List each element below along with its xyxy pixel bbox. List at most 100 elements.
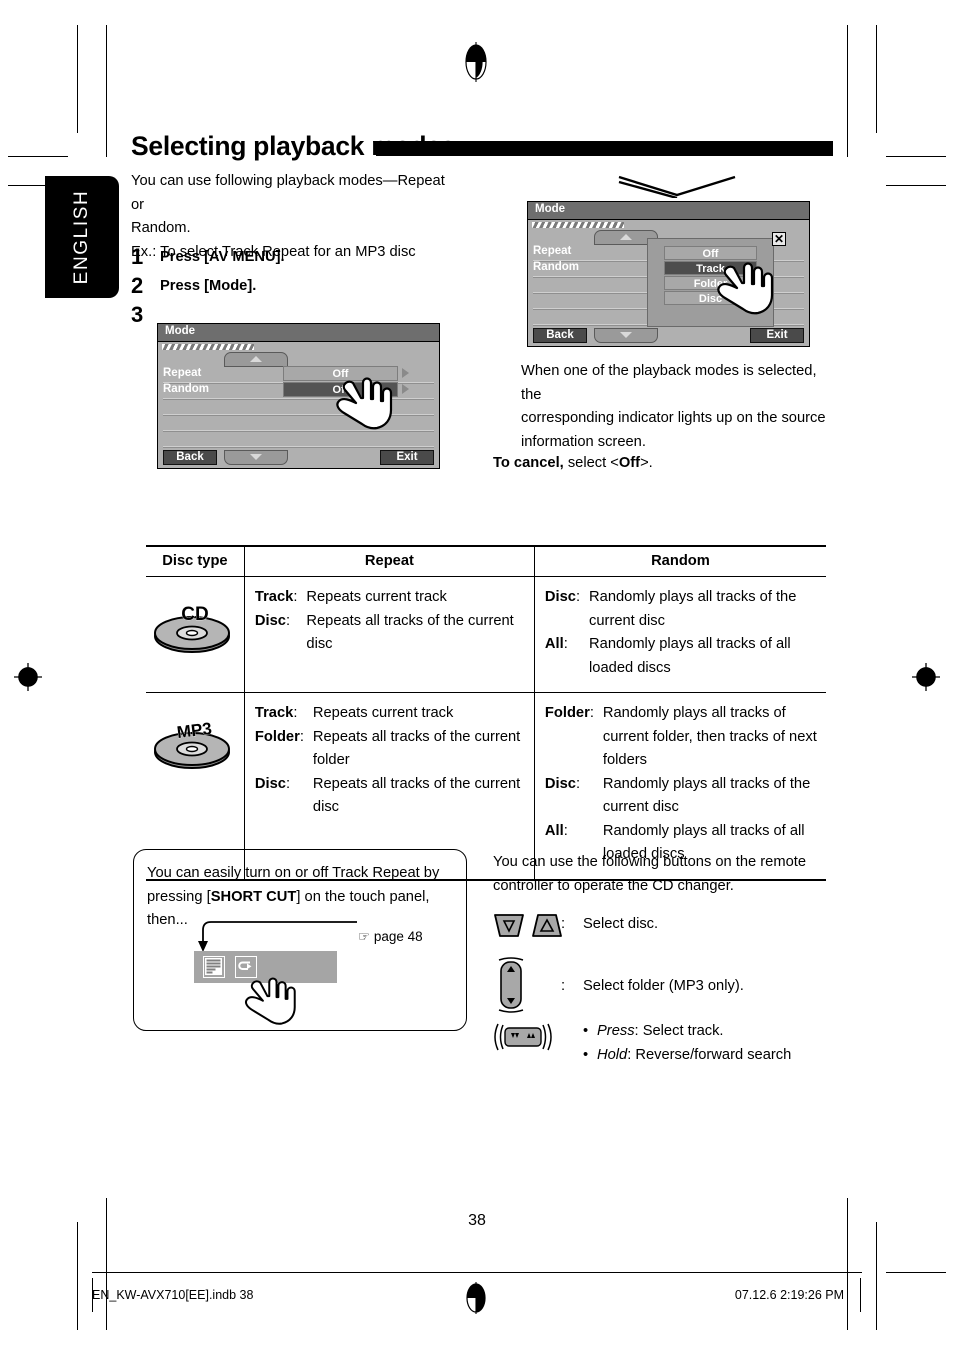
definition-list: Disc: Randomly plays all tracks of the c… — [545, 586, 826, 680]
remote-text-disc: Select disc. — [583, 916, 659, 932]
pointing-hand-icon: ☞ — [358, 929, 371, 944]
to-cancel-value: Off — [618, 455, 641, 471]
term: Disc — [254, 775, 286, 792]
list-view-icon[interactable] — [203, 956, 225, 978]
scroll-down-tab[interactable] — [594, 328, 658, 343]
row-label-repeat: Repeat — [533, 245, 572, 257]
after-note-line-3: information screen. — [521, 433, 646, 450]
hold-rest: : Reverse/forward search — [627, 1046, 792, 1063]
sep: : — [293, 589, 298, 605]
header-random: Random — [533, 545, 826, 577]
flow-arrow-icon — [617, 174, 737, 203]
chevron-down-icon — [620, 332, 632, 338]
crop-mark-tl-v — [77, 25, 79, 133]
to-cancel-rest: select < — [563, 455, 619, 471]
definition-item: Track: Repeats current track — [255, 586, 534, 610]
scroll-down-tab[interactable] — [224, 450, 288, 465]
scroll-up-tab[interactable] — [224, 352, 288, 367]
touch-panel-strip — [194, 951, 337, 1025]
crop-mark-tl-v2 — [106, 25, 108, 157]
sep: : — [563, 822, 568, 839]
cell-random-cd: Disc: Randomly plays all tracks of the c… — [533, 576, 826, 693]
svg-text:CD: CD — [181, 604, 208, 625]
crop-mark-br-v — [876, 1222, 878, 1330]
sep: : — [299, 728, 304, 745]
crop-mark-tr-v2 — [847, 25, 849, 157]
exit-button[interactable]: Exit — [750, 328, 804, 343]
term: All — [544, 636, 564, 652]
back-button[interactable]: Back — [533, 328, 587, 343]
sep: : — [293, 705, 298, 721]
sep: : — [563, 636, 568, 652]
folder-rocker-button-icon[interactable] — [495, 957, 527, 1018]
term: Folder — [254, 728, 300, 745]
remote-intro: You can use the following buttons on the… — [493, 851, 809, 898]
step-2: 2 Press [Mode]. — [131, 275, 471, 297]
press-label: Press — [597, 1023, 635, 1039]
tip-box: You can easily turn on or off Track Repe… — [133, 849, 467, 1031]
step-1-number: 1 — [131, 244, 144, 269]
language-tab: ENGLISH — [45, 176, 119, 298]
back-button[interactable]: Back — [163, 450, 217, 465]
term: Track — [254, 705, 294, 721]
row-label-random: Random — [163, 383, 209, 395]
sep: : — [285, 612, 291, 629]
sep: : — [575, 775, 581, 792]
crop-mark-tr-h2 — [886, 185, 946, 187]
remote-track-button — [493, 1020, 561, 1056]
row-label-random: Random — [533, 261, 579, 273]
remote-row-folder: : Select folder (MP3 only). — [493, 957, 823, 1013]
page-reference-label: page 48 — [373, 929, 423, 944]
disc-up-button-icon[interactable] — [531, 913, 563, 944]
row-arrow-repeat-icon — [402, 368, 409, 378]
shortcut-key-label: SHORT CUT — [210, 888, 297, 905]
hand-cursor-icon — [714, 252, 780, 318]
progress-hatch — [532, 222, 624, 228]
screen-title: Mode — [535, 203, 566, 215]
remote-folder-button — [493, 957, 561, 1013]
cell-repeat-cd: Track: Repeats current track Disc: Repea… — [243, 576, 535, 693]
row-label-repeat: Repeat — [163, 367, 202, 379]
registration-mark-bottom — [463, 1282, 489, 1314]
definition: Randomly plays all tracks of all loaded … — [589, 636, 791, 676]
definition-item: Disc: Repeats all tracks of the current … — [255, 610, 534, 657]
chevron-down-icon — [250, 454, 262, 460]
after-note-line-1: When one of the playback modes is select… — [521, 363, 817, 403]
step-1: 1 Press [AV MENU]. — [131, 246, 471, 268]
row-arrow-random-icon — [402, 384, 409, 394]
disc-down-button-icon[interactable] — [493, 913, 525, 944]
intro-line-2: Random. — [131, 220, 191, 236]
manual-page: ENGLISH Selecting playback modes You can… — [0, 0, 954, 1354]
close-icon[interactable]: ✕ — [772, 232, 786, 246]
track-rocker-button-icon[interactable] — [493, 1020, 553, 1059]
definition-item: Folder: Randomly plays all tracks of cur… — [545, 702, 826, 773]
definition-item: Track: Repeats current track — [255, 702, 534, 726]
cell-disc-type-cd: CD — [146, 576, 245, 693]
tip-line-1: You can easily turn on or off Track Repe… — [147, 865, 440, 881]
definition-item: All: Randomly plays all tracks of all lo… — [545, 633, 826, 680]
progress-hatch — [162, 344, 254, 350]
sep: : — [575, 589, 581, 605]
row-divider-5 — [163, 446, 434, 448]
step-3-number: 3 — [131, 302, 144, 327]
term: Track — [254, 589, 294, 605]
exit-button[interactable]: Exit — [380, 450, 434, 465]
definition-list: Folder: Randomly plays all tracks of cur… — [545, 702, 826, 867]
press-rest: : Select track. — [634, 1023, 724, 1039]
registration-mark-left — [14, 663, 42, 691]
registration-mark-top — [463, 42, 489, 82]
device-screen-step3: Mode Repeat Off Random Off Back Exit — [157, 323, 440, 469]
definition-item: Disc: Randomly plays all tracks of the c… — [545, 586, 826, 633]
step-list: 1 Press [AV MENU]. 2 Press [Mode]. 3 — [131, 246, 471, 333]
title-rule — [376, 141, 833, 156]
definition: Randomly plays all tracks of the current… — [589, 589, 797, 629]
header-disc-type: Disc type — [146, 545, 245, 577]
remote-bullet-press: Press: Select track. — [583, 1020, 791, 1044]
sep: : — [285, 775, 291, 792]
definition: Repeats current track — [312, 705, 454, 721]
after-note-line-2: corresponding indicator lights up on the… — [521, 410, 826, 426]
sep: : — [589, 705, 594, 721]
definition: Repeats current track — [306, 589, 447, 605]
to-cancel-note: To cancel, select <Off>. — [493, 455, 653, 471]
remote-disc-buttons — [493, 913, 563, 944]
